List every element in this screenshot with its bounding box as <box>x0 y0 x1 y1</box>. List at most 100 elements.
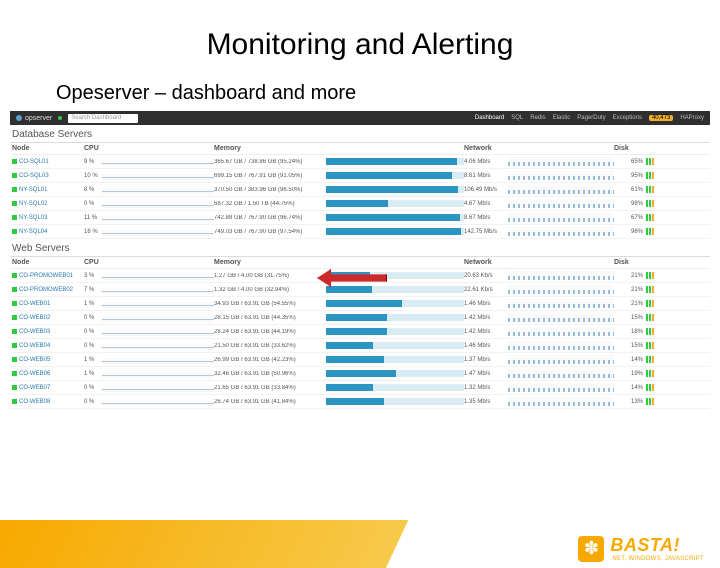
status-square-icon <box>12 301 17 306</box>
cpu-value: 3 % <box>84 273 98 279</box>
disk-bars-icon <box>646 398 654 405</box>
tab-dashboard[interactable]: Dashboard <box>475 115 504 121</box>
tab-redis[interactable]: Redis <box>530 115 545 121</box>
cpu-value: 11 % <box>84 215 98 221</box>
cpu-sparkline <box>102 186 214 194</box>
status-square-icon <box>12 201 17 206</box>
cpu-cell: 0 % <box>84 384 214 392</box>
cpu-value: 8 % <box>84 187 98 193</box>
memory-text: 21.50 GB / 63.91 GB (33.62%) <box>214 343 322 349</box>
cpu-value: 1 % <box>84 301 98 307</box>
network-cell: 1.46 Mb/s <box>464 341 614 350</box>
node-link[interactable]: NY-SQL03 <box>12 215 84 221</box>
exceptions-badge[interactable]: 40,473 <box>649 115 673 121</box>
network-cell: 4.67 Mb/s <box>464 199 614 208</box>
brand[interactable]: opserver <box>16 115 52 122</box>
disk-value: 14% <box>631 357 643 363</box>
slide-footer: BASTA! .NET, WINDOWS, JAVASCRIPT <box>0 520 720 568</box>
disk-value: 67% <box>631 215 643 221</box>
network-cell: 1.46 Mb/s <box>464 299 614 308</box>
node-name: CO-WEB08 <box>19 399 50 405</box>
memory-cell: 699.15 GB / 767.91 GB (91.05%) <box>214 172 464 179</box>
network-cell: 4.06 Mb/s <box>464 157 614 166</box>
disk-bars-icon <box>646 370 654 377</box>
node-name: NY-SQL03 <box>19 215 47 221</box>
memory-cell: 28.15 GB / 63.91 GB (44.35%) <box>214 314 464 321</box>
node-link[interactable]: CO-WEB05 <box>12 357 84 363</box>
disk-bars-icon <box>646 172 654 179</box>
cpu-cell: 0 % <box>84 398 214 406</box>
node-link[interactable]: CO-SQL03 <box>12 173 84 179</box>
network-sparkline <box>508 171 614 180</box>
memory-cell: 1.32 GB / 4.00 GB (32.94%) <box>214 286 464 293</box>
tab-haproxy[interactable]: HAProxy <box>680 115 704 121</box>
disk-bars-icon <box>646 158 654 165</box>
network-sparkline <box>508 299 614 308</box>
node-link[interactable]: CO-PROMOWEB02 <box>12 287 84 293</box>
node-link[interactable]: CO-WEB06 <box>12 371 84 377</box>
node-link[interactable]: CO-WEB08 <box>12 399 84 405</box>
memory-bar <box>326 384 464 391</box>
disk-cell: 15% <box>614 314 654 321</box>
table-row: CO-WEB011 % 34.93 GB / 63.91 GB (54.55%) 1… <box>10 297 710 311</box>
network-cell: 142.75 Mb/s <box>464 227 614 236</box>
network-cell: 1.42 Mb/s <box>464 327 614 336</box>
tab-pagerduty[interactable]: PagerDuty <box>577 115 605 121</box>
network-cell: 1.35 Mb/s <box>464 397 614 406</box>
cpu-cell: 3 % <box>84 272 214 280</box>
memory-cell: 21.50 GB / 63.91 GB (33.62%) <box>214 342 464 349</box>
network-sparkline <box>508 397 614 406</box>
node-link[interactable]: NY-SQL04 <box>12 229 84 235</box>
memory-text: 1.27 GB / 4.00 GB (31.75%) <box>214 273 322 279</box>
cpu-cell: 1 % <box>84 356 214 364</box>
node-link[interactable]: CO-WEB03 <box>12 329 84 335</box>
node-link[interactable]: CO-PROMOWEB01 <box>12 273 84 279</box>
cpu-cell: 0 % <box>84 314 214 322</box>
table-row: CO-SQL0310 %699.15 GB / 767.91 GB (91.05… <box>10 169 710 183</box>
table-row: CO-SQL019 %365.67 GB / 738.86 GB (95.24%… <box>10 155 710 169</box>
node-name: CO-WEB02 <box>19 315 50 321</box>
node-link[interactable]: NY-SQL02 <box>12 201 84 207</box>
network-cell: 8.61 Mb/s <box>464 171 614 180</box>
disk-cell: 21% <box>614 286 654 293</box>
memory-cell: 365.67 GB / 738.86 GB (95.24%) <box>214 158 464 165</box>
table-row: CO-PROMOWEB027 % 1.32 GB / 4.00 GB (32.94… <box>10 283 710 297</box>
memory-bar <box>326 200 464 207</box>
cpu-value: 7 % <box>84 287 98 293</box>
memory-text: 34.93 GB / 63.91 GB (54.55%) <box>214 301 322 307</box>
disk-bars-icon <box>646 186 654 193</box>
network-sparkline <box>508 285 614 294</box>
node-link[interactable]: NY-SQL01 <box>12 187 84 193</box>
tab-sql[interactable]: SQL <box>511 115 523 121</box>
node-link[interactable]: CO-SQL01 <box>12 159 84 165</box>
header-memory: Memory <box>214 145 464 152</box>
cpu-sparkline <box>102 398 214 406</box>
cpu-cell: 0 % <box>84 200 214 208</box>
node-link[interactable]: CO-WEB02 <box>12 315 84 321</box>
cpu-sparkline <box>102 384 214 392</box>
header-node: Node <box>12 145 84 152</box>
disk-cell: 61% <box>614 186 654 193</box>
search-input[interactable]: Search Dashboard <box>68 114 138 123</box>
cpu-sparkline <box>102 286 214 294</box>
network-sparkline <box>508 185 614 194</box>
cpu-cell: 7 % <box>84 286 214 294</box>
status-square-icon <box>12 159 17 164</box>
disk-value: 14% <box>631 385 643 391</box>
basta-flower-icon <box>578 536 604 562</box>
tab-elastic[interactable]: Elastic <box>553 115 571 121</box>
header-node: Node <box>12 259 84 266</box>
memory-bar <box>326 186 464 193</box>
memory-cell: 742.88 GB / 767.90 GB (96.74%) <box>214 214 464 221</box>
cpu-value: 0 % <box>84 399 98 405</box>
node-link[interactable]: CO-WEB04 <box>12 343 84 349</box>
memory-text: 699.15 GB / 767.91 GB (91.05%) <box>214 173 322 179</box>
memory-cell: 28.24 GB / 63.91 GB (44.19%) <box>214 328 464 335</box>
network-sparkline <box>508 313 614 322</box>
cpu-value: 0 % <box>84 329 98 335</box>
tab-exceptions[interactable]: Exceptions <box>613 115 642 121</box>
node-link[interactable]: CO-WEB07 <box>12 385 84 391</box>
table-row: CO-WEB070 %21.65 GB / 63.91 GB (33.84%)1… <box>10 381 710 395</box>
node-link[interactable]: CO-WEB01 <box>12 301 84 307</box>
header-cpu: CPU <box>84 259 214 266</box>
